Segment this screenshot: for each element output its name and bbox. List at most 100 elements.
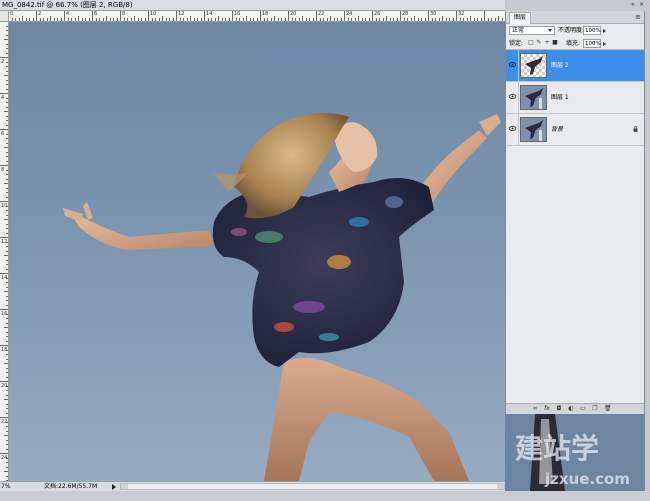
lock-paint-icon[interactable]: ✎ [536, 40, 542, 46]
ruler-tick [4, 363, 8, 364]
scroll-right-icon[interactable] [497, 484, 504, 489]
ruler-tick [4, 183, 8, 184]
ruler-tick [144, 18, 146, 21]
trash-icon[interactable]: 🗑 [604, 406, 612, 412]
ruler-tick [0, 201, 8, 202]
ruler-tick [0, 345, 8, 346]
status-menu-arrow-icon[interactable] [112, 484, 116, 490]
ruler-tick [6, 106, 8, 108]
ruler-tick [242, 18, 244, 21]
ruler-tick [78, 16, 79, 21]
ruler-tick [459, 18, 461, 21]
ruler-tick [6, 192, 8, 193]
blend-mode-select[interactable]: 正常 [509, 26, 555, 35]
ruler-tick [6, 358, 8, 360]
layer-row-1[interactable]: 图层 1 [506, 82, 644, 114]
link-icon[interactable]: ∞ [532, 406, 538, 412]
ruler-tick [6, 160, 8, 162]
ruler-tick [309, 18, 310, 21]
ruler-tick [403, 18, 405, 21]
ruler-tick [6, 475, 8, 477]
watermark-brand: 建站学 [515, 432, 599, 465]
ruler-tick [6, 372, 8, 373]
ruler-tick [6, 169, 8, 171]
ruler-tick [6, 336, 8, 337]
layer-name[interactable]: 图层 2 [551, 61, 569, 70]
ruler-tick [6, 403, 8, 405]
new-layer-icon[interactable]: ❐ [592, 406, 598, 412]
ruler-tick [6, 124, 8, 126]
ruler-tick [389, 18, 391, 21]
ruler-tick [6, 151, 8, 153]
horizontal-ruler[interactable]: 0 2 4 6 8 10 12 14 16 18 20 22 24 26 28 30 32 [8, 11, 505, 22]
ruler-tick [25, 18, 27, 21]
fill-input[interactable]: 100% [583, 39, 601, 48]
ruler-tick [0, 93, 8, 94]
scroll-left-icon[interactable] [121, 484, 128, 489]
eye-icon[interactable] [509, 126, 516, 131]
ruler-tick [4, 327, 8, 328]
lock-label: 锁定: [509, 40, 524, 47]
ruler-tick [0, 381, 8, 382]
ruler-tick [179, 18, 181, 21]
group-icon[interactable]: ▭ [580, 406, 586, 412]
eye-icon[interactable] [509, 62, 516, 67]
ruler-tick [109, 18, 111, 21]
tab-layers[interactable]: 图层 [509, 12, 532, 24]
ruler-tick [88, 18, 90, 21]
ruler-tick [71, 18, 72, 21]
horizontal-scrollbar[interactable] [120, 483, 505, 490]
layer-name[interactable]: 图层 1 [551, 93, 569, 102]
ruler-tick [4, 399, 8, 400]
ruler-label: 24 [346, 11, 353, 17]
ruler-label: 22 [1, 419, 8, 425]
ruler-tick [260, 11, 261, 21]
fx-icon[interactable]: fx [544, 406, 550, 412]
opacity-input[interactable]: 100% [583, 26, 601, 35]
ruler-tick [116, 18, 118, 21]
ruler-label: 14 [206, 11, 213, 17]
collapse-icon[interactable]: « [631, 2, 637, 8]
photoshop-window: « × MG_0842.tif @ 66.7% (图层 2, RGB/8) 0 2… [0, 0, 650, 501]
ruler-tick [6, 318, 8, 319]
ruler-tick [379, 18, 380, 21]
ruler-tick [295, 18, 296, 21]
layer-row-background[interactable]: 背景 [506, 114, 644, 146]
opacity-label: 不透明度: [558, 27, 585, 34]
vertical-ruler[interactable]: 2468101214161820222426 [0, 11, 9, 481]
document-canvas[interactable] [9, 22, 505, 481]
fill-slider-arrow-icon[interactable] [603, 42, 606, 46]
ruler-tick [470, 16, 471, 21]
ruler-origin[interactable] [0, 11, 9, 22]
ruler-label: 20 [290, 11, 297, 17]
ruler-tick [39, 18, 41, 21]
ruler-tick [6, 246, 8, 247]
layers-panel-footer: ∞ fx ◘ ◐ ▭ ❐ 🗑 [506, 403, 644, 414]
ruler-tick [396, 18, 398, 21]
adjustment-icon[interactable]: ◐ [568, 406, 574, 412]
ruler-tick [0, 417, 8, 418]
ruler-tick [316, 11, 317, 21]
lock-all-icon[interactable]: ■ [552, 40, 558, 46]
ruler-tick [214, 18, 216, 21]
mask-icon[interactable]: ◘ [556, 406, 562, 412]
ruler-tick [410, 18, 412, 21]
ruler-tick [95, 18, 97, 21]
lock-transparent-icon[interactable]: □ [528, 40, 534, 46]
lock-position-icon[interactable]: + [544, 40, 550, 46]
ruler-tick [4, 111, 8, 112]
layer-row-2[interactable]: 图层 2 [506, 50, 644, 82]
ruler-tick [6, 304, 8, 306]
ruler-tick [393, 18, 394, 21]
ruler-tick [4, 75, 8, 76]
ruler-tick [11, 18, 13, 21]
ruler-tick [232, 11, 233, 21]
ruler-tick [81, 18, 83, 21]
ruler-tick [6, 97, 8, 99]
ruler-tick [333, 18, 335, 21]
layer-name[interactable]: 背景 [551, 125, 563, 134]
eye-icon[interactable] [509, 94, 516, 99]
ruler-tick [452, 18, 454, 21]
panel-menu-icon[interactable]: ≡ [635, 13, 641, 21]
opacity-slider-arrow-icon[interactable] [603, 29, 606, 33]
